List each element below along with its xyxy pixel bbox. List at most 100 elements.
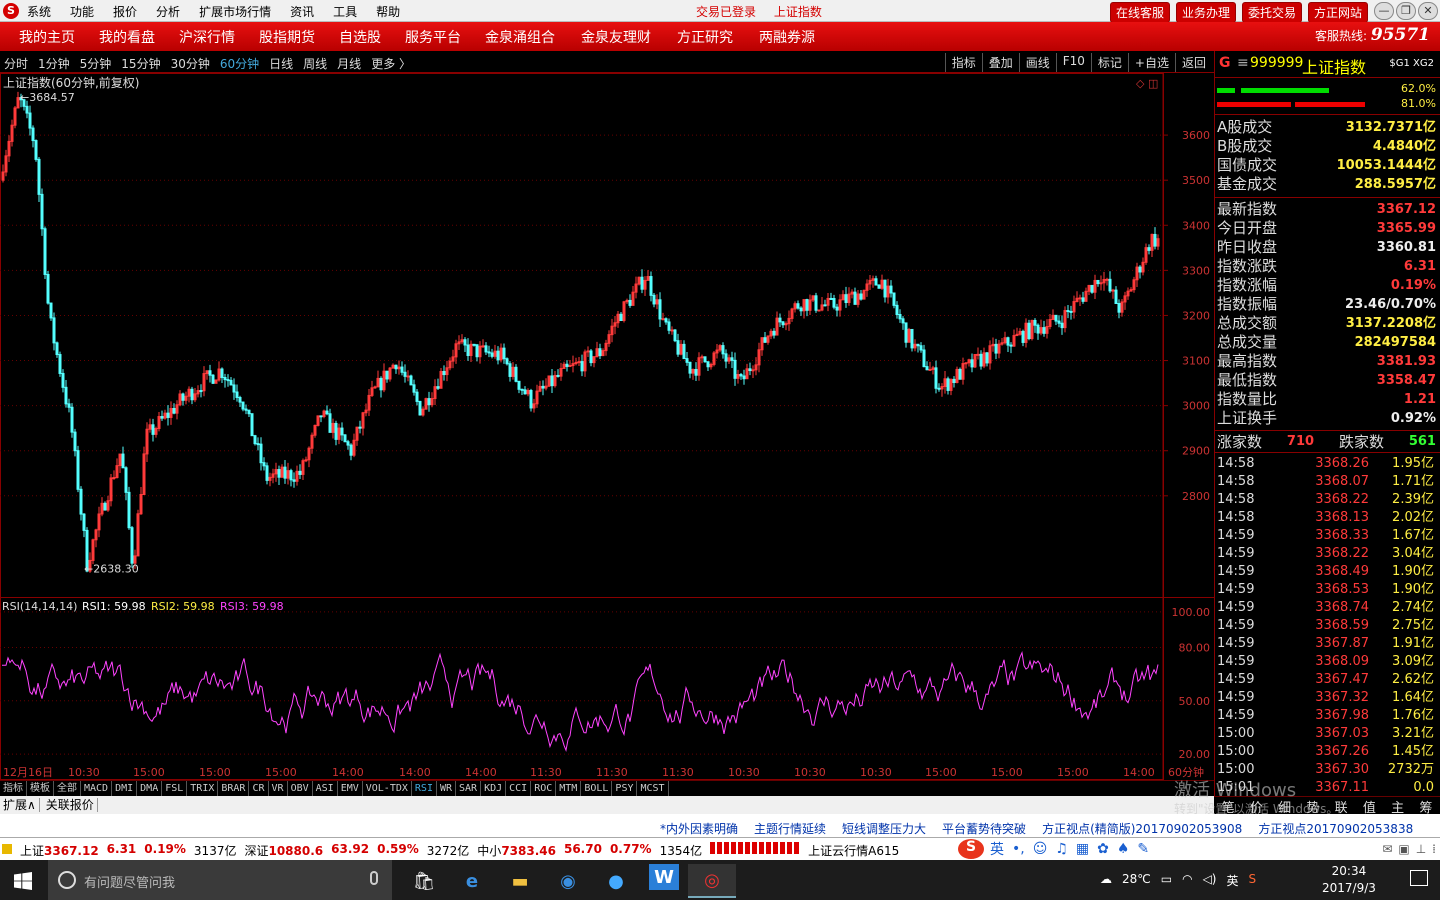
pin-icon[interactable]: ⊥	[1416, 842, 1426, 856]
cloud-quote[interactable]: 上证云行情A615	[808, 842, 899, 859]
restore-icon[interactable]: ❐	[1396, 2, 1416, 20]
emoji-icon[interactable]: ☺	[1033, 841, 1048, 857]
timeframe-9[interactable]: 更多 〉	[371, 55, 411, 72]
news-item-3[interactable]: 平台蓄势待突破	[942, 820, 1026, 837]
tool-button-0[interactable]: 指标	[944, 53, 982, 72]
menu-function[interactable]: 功能	[70, 3, 94, 20]
kline-chart[interactable]: 2800 2900 3000 3100 3200 3300 3400 3500 3600 上证指数…	[0, 73, 1214, 793]
timeframe-8[interactable]: 月线	[337, 55, 361, 72]
related-quote-tab[interactable]: 关联报价	[45, 798, 98, 812]
indicator-tab-1[interactable]: 模板	[27, 781, 54, 796]
menu-analysis[interactable]: 分析	[156, 3, 180, 20]
ime-lang-icon[interactable]: 英	[990, 839, 1004, 859]
notification-icon[interactable]	[1410, 870, 1428, 886]
zx-index[interactable]: 中小7383.46	[477, 842, 556, 859]
menu-quote[interactable]: 报价	[113, 3, 137, 20]
menu-extended-market[interactable]: 扩展市场行情	[199, 3, 271, 20]
keyboard-icon[interactable]: ▦	[1076, 841, 1089, 857]
news-item-4[interactable]: 方正视点(精简版)20170902053908	[1042, 820, 1242, 837]
indicator-tab-24[interactable]: MCST	[637, 781, 669, 796]
voice-icon[interactable]: ♫	[1055, 841, 1068, 857]
indicator-tab-13[interactable]: EMV	[338, 781, 363, 796]
indicator-tab-4[interactable]: DMI	[112, 781, 138, 796]
message-icon[interactable]: ✉	[1382, 842, 1392, 856]
microphone-icon[interactable]	[370, 871, 378, 885]
indicator-tab-7[interactable]: TRIX	[187, 781, 219, 796]
expand-tab[interactable]: 扩展∧	[3, 798, 40, 812]
indicator-tab-6[interactable]: FSL	[162, 781, 188, 796]
skin-icon[interactable]: ✿	[1097, 841, 1109, 857]
indicator-tab-9[interactable]: CR	[249, 781, 269, 796]
nav-item-3[interactable]: 股指期货	[259, 27, 315, 47]
menu-news[interactable]: 资讯	[290, 3, 314, 20]
volume-icon[interactable]: ◁)	[1203, 872, 1217, 889]
sh-index[interactable]: 上证3367.12	[20, 842, 99, 859]
indicator-tab-5[interactable]: DMA	[137, 781, 163, 796]
news-item-5[interactable]: 方正视点20170902053838	[1258, 820, 1413, 837]
indicator-tab-23[interactable]: PSY	[612, 781, 638, 796]
indicator-tab-14[interactable]: VOL-TDX	[363, 781, 412, 796]
chart-expand-icon[interactable]: ◇ ◫	[1136, 77, 1158, 90]
indicator-tab-12[interactable]: ASI	[313, 781, 338, 796]
weather-temp[interactable]: 28℃	[1122, 872, 1151, 889]
news-item-1[interactable]: 主题行情延续	[754, 820, 826, 837]
weather-icon[interactable]: ☁	[1100, 872, 1112, 889]
store-icon[interactable]: 🛍	[400, 864, 448, 898]
indicator-tab-22[interactable]: BOLL	[581, 781, 613, 796]
nav-item-2[interactable]: 沪深行情	[179, 27, 235, 47]
ime-indicator[interactable]: 英	[1227, 872, 1239, 889]
settings-icon[interactable]: ✎	[1137, 841, 1149, 857]
timeframe-4[interactable]: 30分钟	[171, 55, 210, 72]
indicator-tab-21[interactable]: MTM	[556, 781, 582, 796]
close-icon[interactable]: ✕	[1418, 2, 1438, 20]
clock[interactable]: 20:34 2017/9/3	[1322, 863, 1376, 897]
nav-item-0[interactable]: 我的主页	[19, 27, 75, 47]
menu-tools[interactable]: 工具	[333, 3, 357, 20]
wifi-icon[interactable]: ◠	[1182, 872, 1192, 889]
calc-icon[interactable]: ▣	[1398, 842, 1409, 856]
timeframe-6[interactable]: 日线	[269, 55, 293, 72]
sogou-tray-icon[interactable]: S	[1249, 872, 1257, 889]
indicator-tab-8[interactable]: BRAR	[218, 781, 250, 796]
tool-button-1[interactable]: 叠加	[981, 53, 1019, 72]
chart-area[interactable]: 2800 2900 3000 3100 3200 3300 3400 3500 3600 上证指数…	[0, 73, 1214, 796]
indicator-tab-10[interactable]: VR	[269, 781, 288, 796]
minimize-icon[interactable]: —	[1374, 2, 1394, 20]
menu-help[interactable]: 帮助	[376, 3, 400, 20]
news-item-0[interactable]: *内外因素明确	[660, 820, 738, 837]
ie-icon[interactable]: ◉	[544, 864, 592, 898]
indicator-tab-20[interactable]: ROC	[531, 781, 557, 796]
website-button[interactable]: 方正网站	[1308, 2, 1369, 23]
timeframe-7[interactable]: 周线	[303, 55, 327, 72]
battery-icon[interactable]: ▭	[1161, 872, 1172, 889]
edge-icon[interactable]: e	[448, 864, 496, 898]
nav-item-7[interactable]: 金泉友理财	[581, 27, 651, 47]
tool-button-2[interactable]: 画线	[1018, 53, 1056, 72]
sz-index[interactable]: 深证10880.6	[244, 842, 323, 859]
wps-icon[interactable]: W	[649, 864, 679, 890]
menu-system[interactable]: 系统	[27, 3, 51, 20]
trade-button[interactable]: 委托交易	[1242, 2, 1303, 23]
tool-button-4[interactable]: 标记	[1090, 53, 1128, 72]
group-icon[interactable]: G	[1219, 55, 1231, 71]
indicator-tab-19[interactable]: CCI	[506, 781, 532, 796]
timeframe-1[interactable]: 1分钟	[38, 55, 70, 72]
tool-button-3[interactable]: F10	[1055, 53, 1091, 72]
business-button[interactable]: 业务办理	[1176, 2, 1237, 23]
nav-item-5[interactable]: 服务平台	[405, 27, 461, 47]
browser-icon[interactable]: ●	[592, 864, 640, 898]
indicator-tab-2[interactable]: 全部	[54, 781, 81, 796]
more-icon[interactable]: ⁞	[1432, 842, 1436, 856]
indicator-tab-15[interactable]: RSI	[412, 781, 437, 796]
online-service-button[interactable]: 在线客服	[1110, 2, 1171, 23]
news-item-2[interactable]: 短线调整压力大	[842, 820, 926, 837]
search-box[interactable]: 有问题尽管问我	[48, 860, 392, 900]
timeframe-3[interactable]: 15分钟	[121, 55, 160, 72]
nav-item-6[interactable]: 金泉涌组合	[485, 27, 555, 47]
windows-start-icon[interactable]	[14, 872, 32, 890]
timeframe-2[interactable]: 5分钟	[80, 55, 112, 72]
explorer-icon[interactable]: ▬	[496, 864, 544, 898]
nav-item-9[interactable]: 两融券源	[759, 27, 815, 47]
indicator-tab-0[interactable]: 指标	[0, 781, 27, 796]
menu-icon[interactable]: ≡	[1237, 55, 1249, 71]
